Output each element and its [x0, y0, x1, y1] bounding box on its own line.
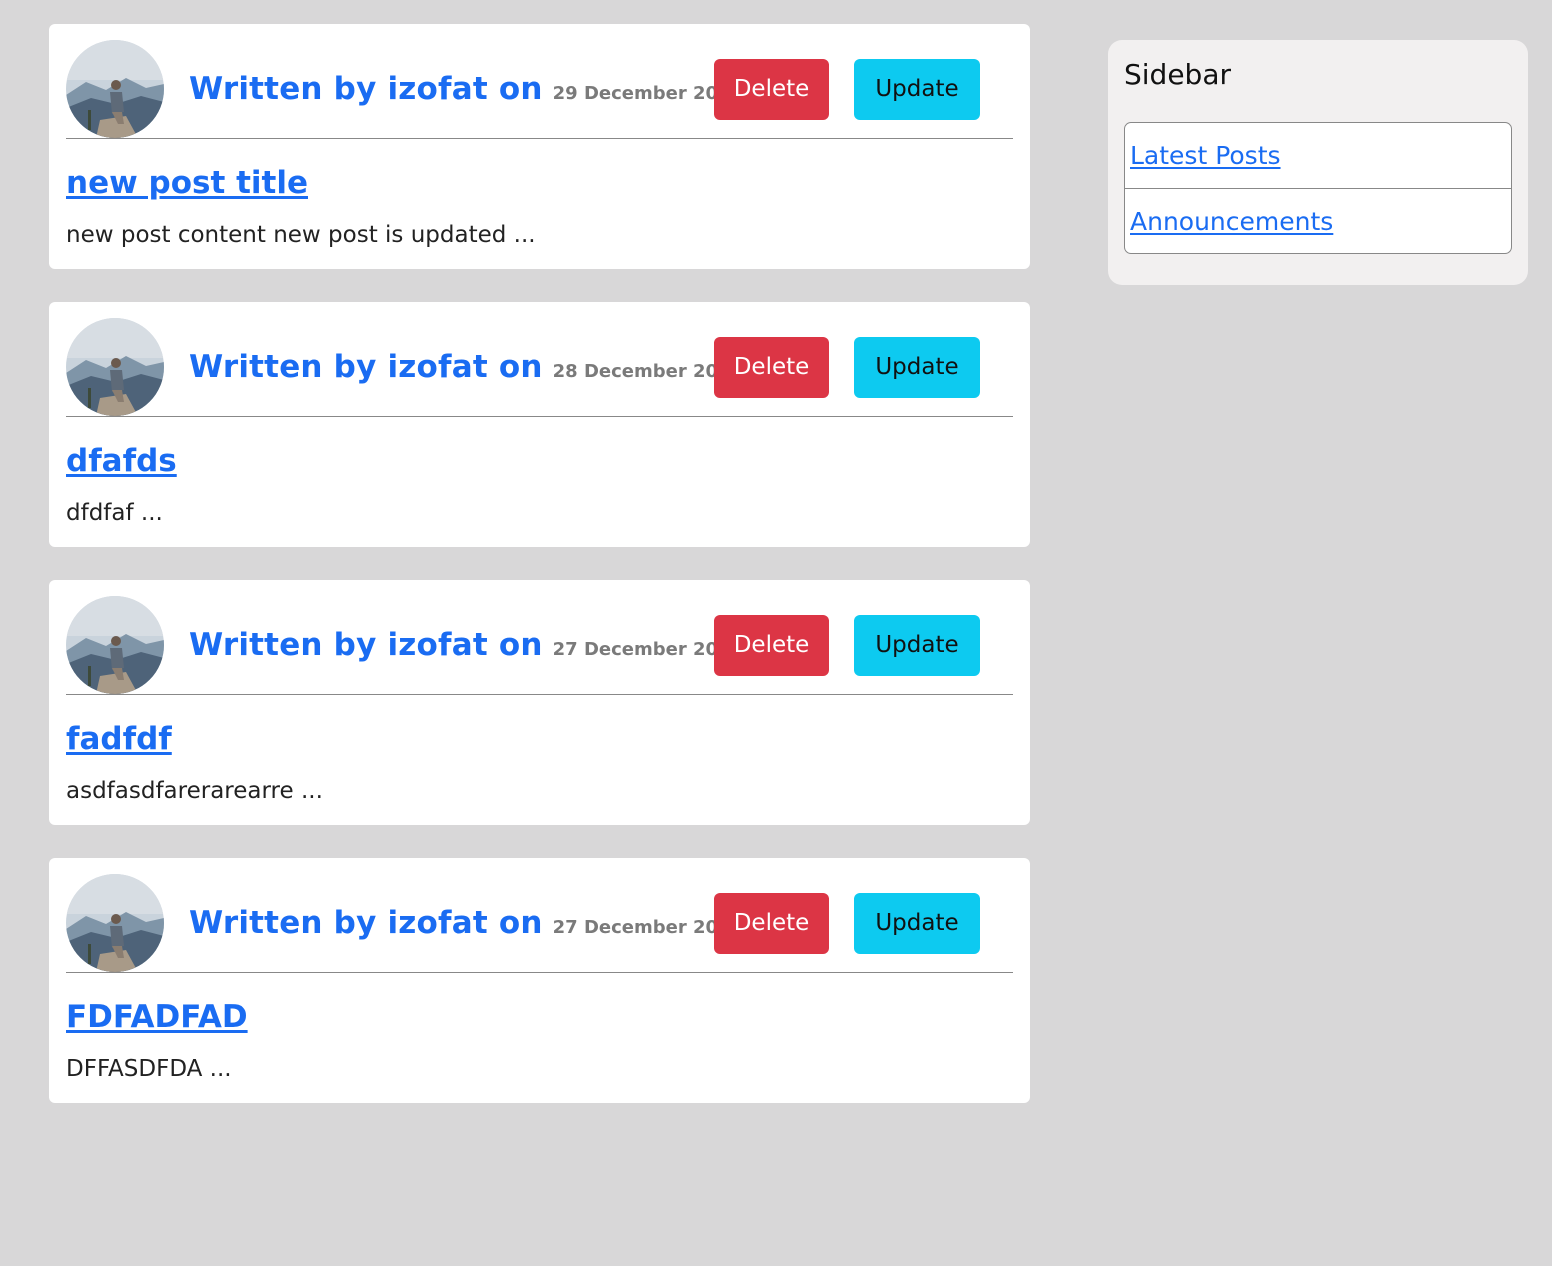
- sidebar-link-announcements[interactable]: Announcements: [1125, 188, 1511, 253]
- sidebar: Sidebar Latest Posts Announcements: [1108, 40, 1528, 285]
- update-button[interactable]: Update: [854, 892, 980, 954]
- author-avatar: [66, 40, 164, 138]
- author-byline: Written by izofat on: [189, 71, 543, 107]
- post-title-link[interactable]: fadfdf: [66, 721, 172, 757]
- delete-button[interactable]: Delete: [714, 58, 829, 120]
- avatar-photo-icon: [66, 318, 164, 416]
- sidebar-title: Sidebar: [1124, 58, 1231, 91]
- post-title-link[interactable]: FDFADFAD: [66, 999, 248, 1035]
- page: Written by izofat on 29 December 2023 De…: [0, 0, 1552, 1266]
- post-byline: Written by izofat on 28 December 2023: [189, 349, 743, 385]
- post-card: Written by izofat on 27 December 2023 De…: [49, 858, 1030, 1103]
- post-excerpt: asdfasdfarerarearre ...: [66, 778, 323, 804]
- author-avatar: [66, 874, 164, 972]
- update-button[interactable]: Update: [854, 614, 980, 676]
- post-title-link[interactable]: dfafds: [66, 443, 177, 479]
- sidebar-link-latest-posts[interactable]: Latest Posts: [1125, 123, 1511, 188]
- post-byline: Written by izofat on 27 December 2023: [189, 627, 743, 663]
- post-excerpt: new post content new post is updated ...: [66, 222, 536, 248]
- post-title-link[interactable]: new post title: [66, 165, 308, 201]
- update-button[interactable]: Update: [854, 336, 980, 398]
- author-byline: Written by izofat on: [189, 349, 543, 385]
- delete-button[interactable]: Delete: [714, 614, 829, 676]
- avatar-photo-icon: [66, 40, 164, 138]
- post-header: Written by izofat on 27 December 2023 De…: [66, 874, 1013, 973]
- author-avatar: [66, 596, 164, 694]
- sidebar-link-list: Latest Posts Announcements: [1124, 122, 1512, 254]
- avatar-photo-icon: [66, 874, 164, 972]
- update-button[interactable]: Update: [854, 58, 980, 120]
- post-card: Written by izofat on 29 December 2023 De…: [49, 24, 1030, 269]
- author-byline: Written by izofat on: [189, 627, 543, 663]
- post-list: Written by izofat on 29 December 2023 De…: [49, 24, 1030, 1136]
- post-card: Written by izofat on 28 December 2023 De…: [49, 302, 1030, 547]
- post-header: Written by izofat on 27 December 2023 De…: [66, 596, 1013, 695]
- author-avatar: [66, 318, 164, 416]
- post-byline: Written by izofat on 29 December 2023: [189, 71, 743, 107]
- post-header: Written by izofat on 29 December 2023 De…: [66, 40, 1013, 139]
- delete-button[interactable]: Delete: [714, 336, 829, 398]
- post-byline: Written by izofat on 27 December 2023: [189, 905, 743, 941]
- author-byline: Written by izofat on: [189, 905, 543, 941]
- delete-button[interactable]: Delete: [714, 892, 829, 954]
- post-excerpt: dfdfaf ...: [66, 500, 163, 526]
- post-header: Written by izofat on 28 December 2023 De…: [66, 318, 1013, 417]
- post-excerpt: DFFASDFDA ...: [66, 1056, 232, 1082]
- avatar-photo-icon: [66, 596, 164, 694]
- post-card: Written by izofat on 27 December 2023 De…: [49, 580, 1030, 825]
